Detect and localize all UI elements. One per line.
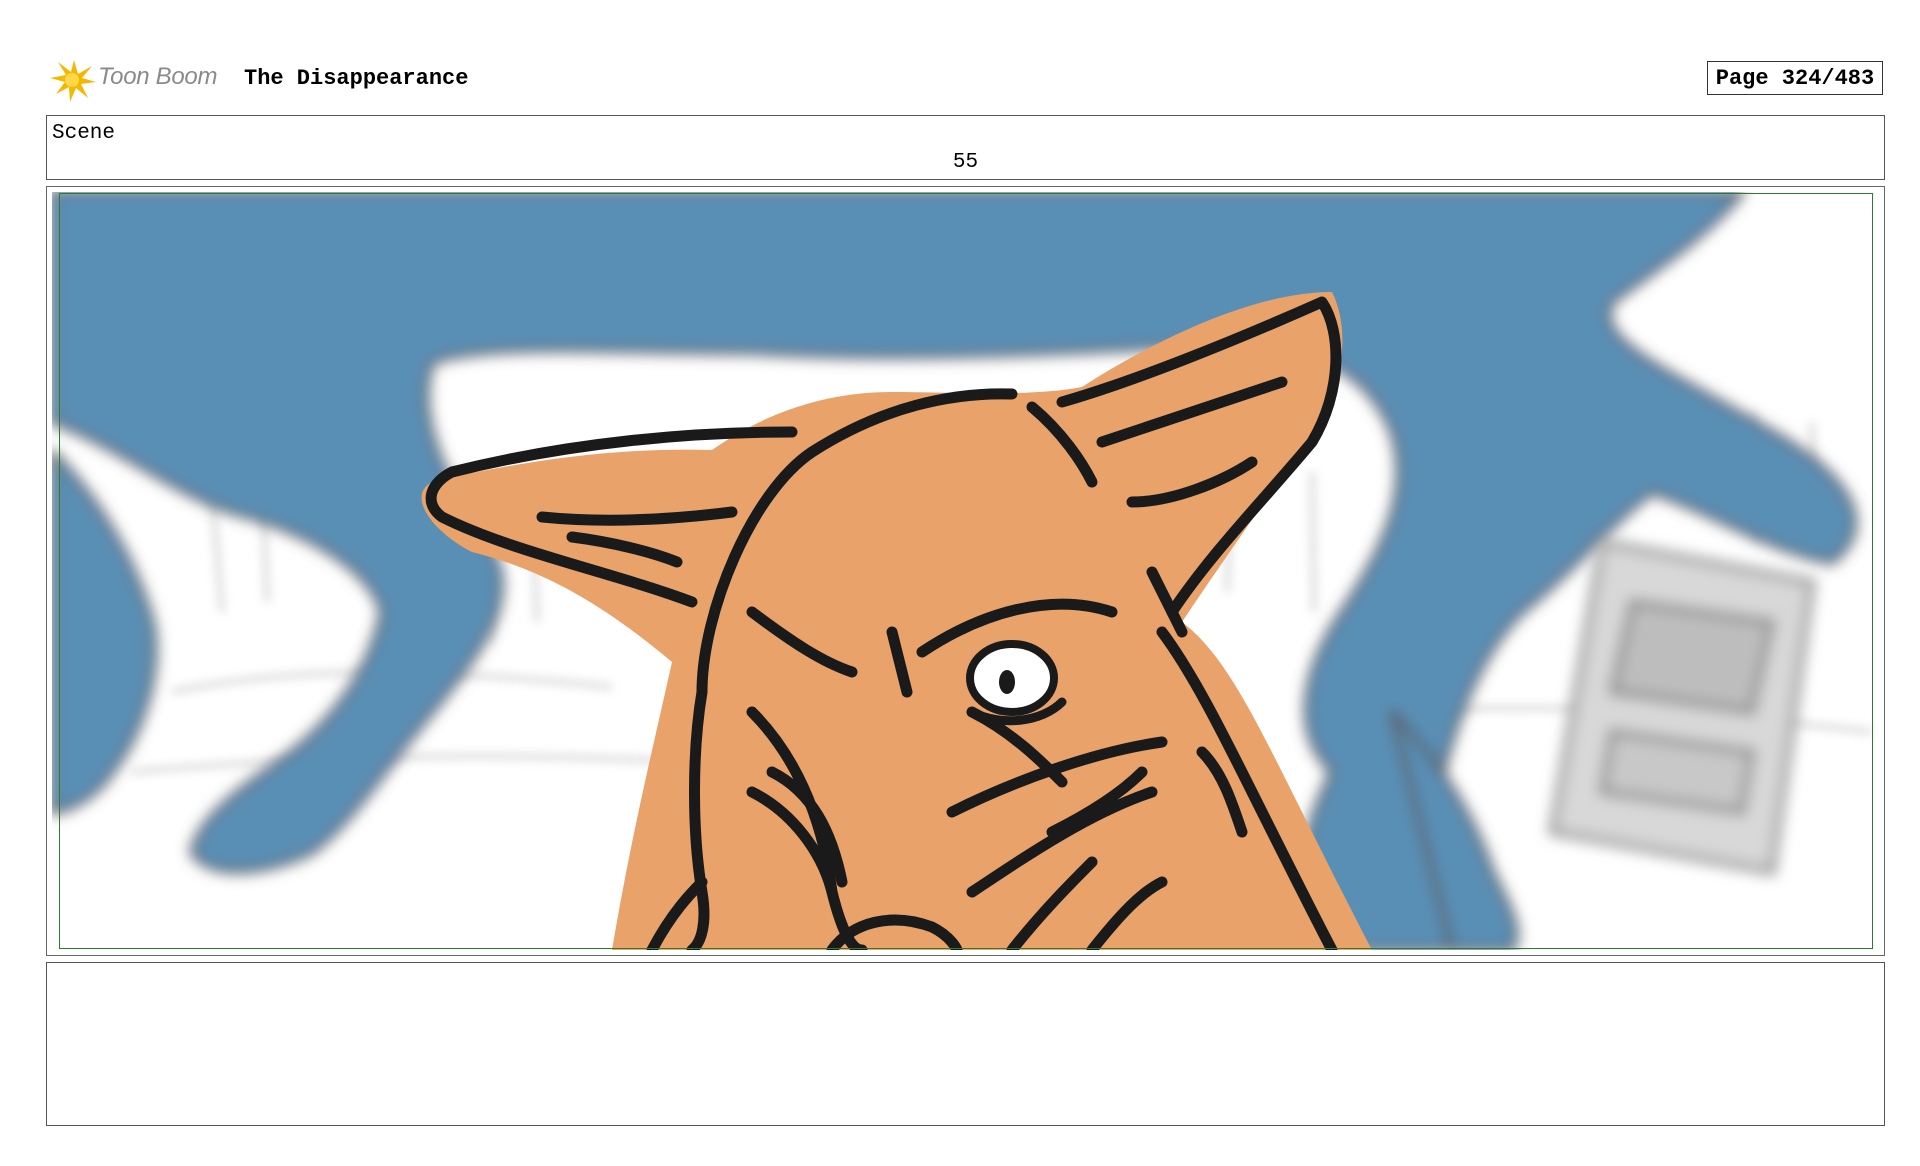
toon-boom-logo: Toon Boom	[50, 56, 236, 102]
project-title: The Disappearance	[244, 66, 469, 91]
background-machine	[1548, 538, 1816, 876]
storyboard-panel	[46, 186, 1885, 956]
scene-label: Scene	[52, 122, 116, 145]
scene-number: 55	[952, 151, 979, 174]
logo-text: Toon Boom	[98, 63, 218, 90]
toon-boom-starburst-icon	[50, 60, 96, 102]
panel-notes-box	[46, 962, 1885, 1126]
page-indicator: Page 324/483	[1707, 61, 1883, 95]
scene-box: Scene 55	[46, 115, 1885, 180]
panel-artwork	[52, 192, 1879, 950]
foreground-character	[421, 292, 1372, 950]
